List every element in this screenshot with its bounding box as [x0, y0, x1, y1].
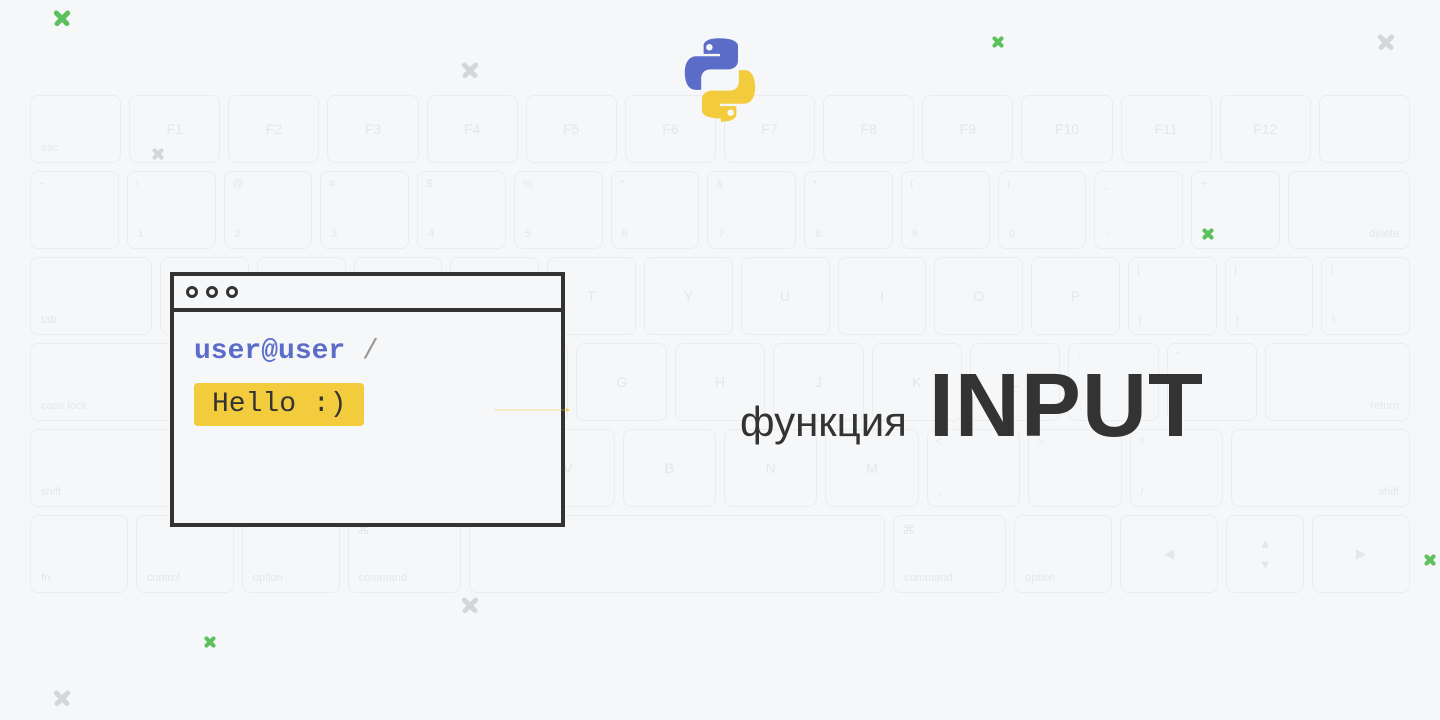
- key-3: #3: [320, 171, 409, 249]
- key-command-r: ⌘command: [893, 515, 1006, 593]
- key-backslash: |\: [1321, 257, 1410, 335]
- python-logo-icon: [675, 35, 765, 125]
- terminal-window: user@user / Hello :): [170, 272, 565, 527]
- window-dot-icon: [186, 286, 198, 298]
- key-f10: F10: [1021, 95, 1112, 163]
- key-1: !1: [127, 171, 216, 249]
- key-8: *8: [804, 171, 893, 249]
- title-big-text: INPUT: [929, 355, 1204, 458]
- key-capslock: caps lock: [30, 343, 175, 421]
- title-small-text: функция: [740, 398, 907, 446]
- key-return: return: [1265, 343, 1410, 421]
- terminal-titlebar: [174, 276, 561, 312]
- window-dot-icon: [226, 286, 238, 298]
- key-5: %5: [514, 171, 603, 249]
- key-i: I: [838, 257, 927, 335]
- key-o: O: [934, 257, 1023, 335]
- cross-icon: [1416, 546, 1440, 574]
- key-9: (9: [901, 171, 990, 249]
- key-tab: tab: [30, 257, 152, 335]
- window-dot-icon: [206, 286, 218, 298]
- key-shift-r: shift: [1231, 429, 1410, 507]
- key-f11: F11: [1121, 95, 1212, 163]
- key-f5: F5: [526, 95, 617, 163]
- terminal-prompt: user@user /: [194, 336, 541, 367]
- key-minus: _-: [1094, 171, 1183, 249]
- terminal-body: user@user / Hello :): [174, 312, 561, 450]
- input-highlight-box: Hello :): [194, 383, 364, 426]
- key-f1: F1: [129, 95, 220, 163]
- key-option-r: option: [1014, 515, 1112, 593]
- key-f12: F12: [1220, 95, 1311, 163]
- key-2: @2: [224, 171, 313, 249]
- key-esc: esc: [30, 95, 121, 163]
- key-7: &7: [707, 171, 796, 249]
- cross-icon: [48, 4, 76, 32]
- key-f3: F3: [327, 95, 418, 163]
- key-tilde: ~`: [30, 171, 119, 249]
- key-f2: F2: [228, 95, 319, 163]
- key-f8: F8: [823, 95, 914, 163]
- key-6: ^6: [611, 171, 700, 249]
- arrow-icon: [342, 408, 722, 412]
- key-delete: delete: [1288, 171, 1410, 249]
- prompt-path: /: [362, 336, 379, 367]
- cross-icon: [984, 28, 1012, 56]
- key-arrow-right: ▶: [1312, 515, 1410, 593]
- key-u: U: [741, 257, 830, 335]
- key-f9: F9: [922, 95, 1013, 163]
- title-block: функция INPUT: [740, 355, 1204, 458]
- cross-icon: [1372, 28, 1400, 56]
- key-arrow-left: ◀: [1120, 515, 1218, 593]
- prompt-user: user@user: [194, 336, 345, 367]
- key-arrow-updown: ▲▼: [1226, 515, 1304, 593]
- key-y: Y: [644, 257, 733, 335]
- cross-icon: [456, 56, 484, 84]
- key-f4: F4: [427, 95, 518, 163]
- key-0: )0: [998, 171, 1087, 249]
- key-bracket-l: {[: [1128, 257, 1217, 335]
- key-p: P: [1031, 257, 1120, 335]
- key-fn: fn: [30, 515, 128, 593]
- key-bracket-r: }]: [1225, 257, 1314, 335]
- key-4: $4: [417, 171, 506, 249]
- key-b: B: [623, 429, 716, 507]
- key-blank: [1319, 95, 1410, 163]
